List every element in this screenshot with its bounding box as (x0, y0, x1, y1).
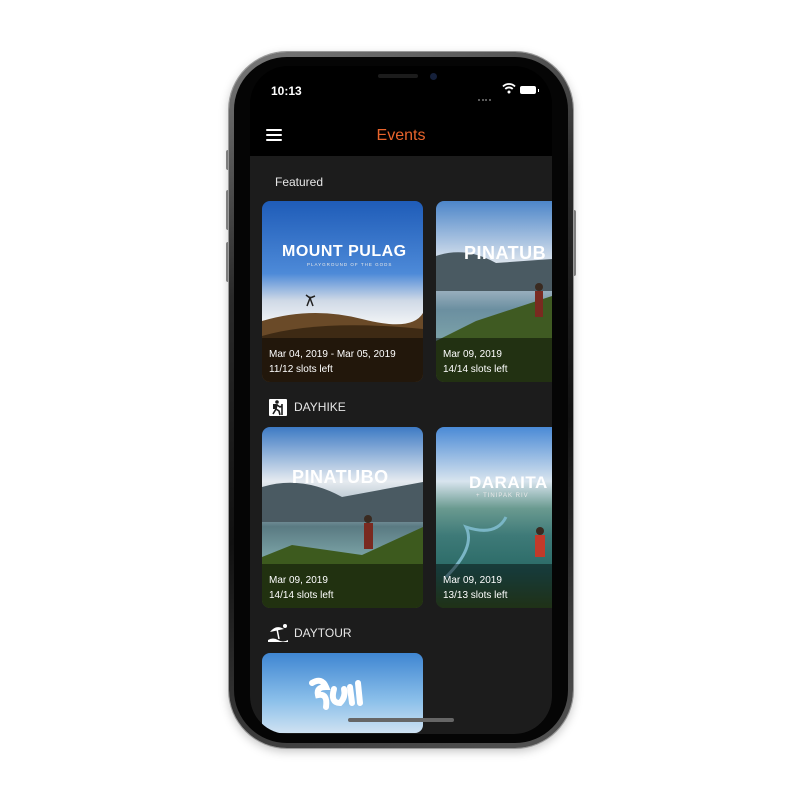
event-title: MOUNT PULAG (282, 243, 407, 260)
event-date: Mar 09, 2019 (443, 575, 502, 586)
navigation-bar: Events (250, 116, 552, 156)
hiker-icon (269, 399, 287, 416)
event-card-pinatubo-featured[interactable]: PINATUB Mar 09, 2019 14/14 slots left (436, 201, 552, 382)
battery-icon (520, 86, 539, 94)
section-header-dayhike: DAYHIKE (268, 396, 346, 418)
event-title: PINATUBO (292, 467, 389, 487)
signal-icon (478, 90, 492, 101)
event-date: Mar 09, 2019 (269, 575, 328, 586)
event-subtitle: PLAYGROUND OF THE GODS (307, 262, 393, 267)
event-slots: 11/12 slots left (269, 364, 333, 375)
event-card-mount-pulag[interactable]: MOUNT PULAG PLAYGROUND OF THE GODS Mar 0… (262, 201, 423, 382)
notch (330, 66, 472, 90)
section-header-daytour: DAYTOUR (268, 622, 352, 644)
beach-umbrella-icon (268, 624, 288, 642)
section-title-daytour: DAYTOUR (294, 626, 352, 640)
event-title: DARAITA (469, 473, 548, 492)
home-indicator[interactable] (348, 718, 454, 722)
status-time: 10:13 (271, 84, 302, 98)
section-title-featured: Featured (275, 175, 324, 189)
earpiece-speaker (378, 74, 418, 78)
event-date: Mar 09, 2019 (443, 349, 502, 360)
event-slots: 14/14 slots left (269, 590, 334, 601)
phone-screen: 10:13 Events Featured MOUNT PULAG PLAYGR… (250, 66, 552, 734)
front-camera (430, 73, 437, 80)
event-card-daraitan[interactable]: DARAITA + TINIPAK RIV Mar 09, 2019 13/13… (436, 427, 552, 608)
section-title-dayhike: DAYHIKE (294, 400, 346, 414)
event-title: PINATUB (464, 243, 547, 263)
event-slots: 13/13 slots left (443, 590, 508, 601)
wifi-icon (502, 83, 516, 94)
event-date: Mar 04, 2019 - Mar 05, 2019 (269, 349, 396, 360)
event-card-pinatubo-dayhike[interactable]: PINATUBO Mar 09, 2019 14/14 slots left (262, 427, 423, 608)
page-title: Events (376, 127, 426, 144)
events-list[interactable]: Featured MOUNT PULAG PLAYGROUND OF THE G… (250, 156, 552, 734)
event-slots: 14/14 slots left (443, 364, 508, 375)
event-subtitle: + TINIPAK RIV (476, 493, 529, 499)
